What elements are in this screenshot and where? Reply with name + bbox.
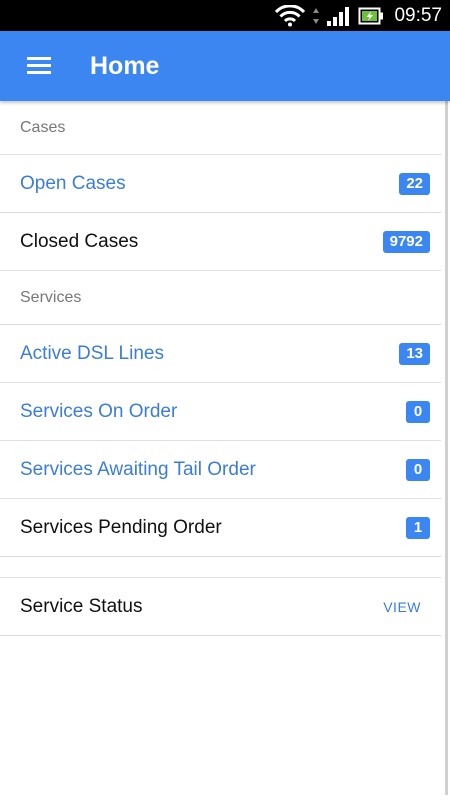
app-bar: Home (0, 31, 450, 101)
list-item-label: Services Pending Order (20, 516, 222, 538)
count-badge: 0 (406, 400, 430, 423)
scrollbar[interactable] (445, 101, 448, 795)
home-list: Cases Open Cases 22 Closed Cases 9792 Se… (0, 101, 441, 800)
count-badge: 9792 (382, 230, 430, 253)
list-item-open-cases[interactable]: Open Cases 22 (0, 155, 441, 213)
section-header-services: Services (0, 271, 441, 325)
list-item-services-pending-order[interactable]: Services Pending Order 1 (0, 499, 441, 557)
data-arrows-icon (313, 7, 320, 24)
status-bar: 09:57 (0, 0, 450, 31)
count-badge: 0 (406, 458, 430, 481)
section-spacer (0, 557, 441, 578)
wifi-icon (275, 4, 306, 26)
list-item-service-status: Service Status VIEW (0, 578, 441, 636)
clock-time: 09:57 (394, 4, 442, 26)
count-badge: 22 (399, 172, 430, 195)
list-item-closed-cases[interactable]: Closed Cases 9792 (0, 213, 441, 271)
list-item-label: Services On Order (20, 400, 178, 422)
battery-charging-icon (358, 7, 384, 24)
hamburger-menu-icon[interactable] (20, 51, 60, 81)
count-badge: 13 (399, 342, 430, 365)
signal-icon (327, 6, 350, 26)
view-button[interactable]: VIEW (383, 599, 421, 615)
list-item-services-on-order[interactable]: Services On Order 0 (0, 383, 441, 441)
section-header-cases: Cases (0, 101, 441, 155)
page-title: Home (90, 52, 160, 80)
list-item-label: Closed Cases (20, 230, 139, 252)
list-item-label: Service Status (20, 595, 143, 617)
count-badge: 1 (406, 516, 430, 539)
list-item-active-dsl-lines[interactable]: Active DSL Lines 13 (0, 325, 441, 383)
status-icons: 09:57 (274, 0, 442, 31)
list-item-services-awaiting-tail-order[interactable]: Services Awaiting Tail Order 0 (0, 441, 441, 499)
list-item-label: Active DSL Lines (20, 342, 164, 364)
list-item-label: Open Cases (20, 172, 126, 194)
list-item-label: Services Awaiting Tail Order (20, 458, 256, 480)
